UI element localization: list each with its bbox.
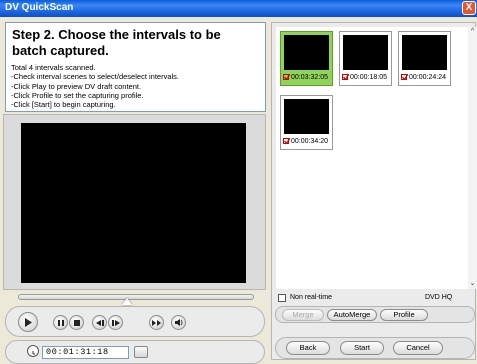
instruction-line: Total 4 intervals scanned. <box>11 63 96 72</box>
interval-time: 00:00:34:20 <box>291 138 328 145</box>
step-back-button[interactable] <box>92 315 107 330</box>
preview-frame <box>3 114 266 290</box>
pause-button[interactable] <box>53 315 68 330</box>
start-button[interactable]: Start <box>340 341 384 355</box>
instruction-line: -Check interval scenes to select/deselec… <box>11 72 179 82</box>
interval-preview <box>343 35 388 70</box>
interval-preview <box>284 35 329 70</box>
instruction-lines: Total 4 intervals scanned. -Check interv… <box>11 63 179 109</box>
scroll-up-icon[interactable]: ^ <box>468 27 477 37</box>
interval-thumbnail[interactable]: 00:03:32:05 <box>280 31 333 86</box>
interval-thumbnail[interactable]: 00:00:24:24 <box>398 31 451 86</box>
automerge-button[interactable]: AutoMerge <box>327 309 377 321</box>
interval-time: 00:00:18:05 <box>350 74 387 81</box>
fast-forward-icon <box>152 319 161 326</box>
volume-button[interactable] <box>171 315 186 330</box>
interval-thumbnail[interactable]: 00:00:18:05 <box>339 31 392 86</box>
instruction-line: -Click Profile to set the capturing prof… <box>11 90 144 100</box>
timecode-spinner[interactable] <box>134 346 148 358</box>
interval-checkbox[interactable] <box>342 74 349 80</box>
step-back-icon <box>95 319 104 326</box>
interval-thumbnail[interactable]: 00:00:34:20 <box>280 95 333 150</box>
title-bar: DV QuickScan X <box>0 0 477 17</box>
step-forward-icon <box>111 319 120 326</box>
play-button[interactable] <box>18 312 38 332</box>
interval-label: 00:00:18:05 <box>342 73 387 81</box>
play-icon <box>25 317 32 327</box>
volume-icon <box>174 319 182 326</box>
timeline-scrubber[interactable] <box>18 294 254 300</box>
interval-preview <box>402 35 447 70</box>
non-realtime-label: Non real-time <box>290 294 333 301</box>
fast-forward-button[interactable] <box>149 315 164 330</box>
merge-button[interactable]: Merge <box>282 309 324 321</box>
profile-button[interactable]: Profile <box>380 309 428 321</box>
close-button[interactable]: X <box>462 1 476 15</box>
step-forward-button[interactable] <box>108 315 123 330</box>
instruction-line: -Click Play to preview DV draft content. <box>11 81 142 91</box>
cancel-button[interactable]: Cancel <box>393 341 443 355</box>
clock-icon <box>27 345 39 357</box>
pause-icon <box>57 319 64 326</box>
interval-checkbox[interactable] <box>283 138 290 144</box>
profile-name: DVD HQ <box>425 294 453 301</box>
interval-checkbox[interactable] <box>401 74 408 80</box>
interval-preview <box>284 99 329 134</box>
stop-icon <box>73 319 80 326</box>
interval-checkbox[interactable] <box>283 74 290 80</box>
clock-hands <box>32 351 35 355</box>
window-title: DV QuickScan <box>5 2 74 13</box>
back-button[interactable]: Back <box>286 341 330 355</box>
interval-label: 00:00:34:20 <box>283 137 328 145</box>
non-realtime-checkbox[interactable] <box>278 294 286 302</box>
interval-label: 00:03:32:05 <box>283 73 328 81</box>
stop-button[interactable] <box>69 315 84 330</box>
video-preview <box>21 123 246 283</box>
interval-label: 00:00:24:24 <box>401 73 446 81</box>
instruction-line: -Click [Start] to begin capturing. <box>11 100 116 110</box>
scrubber-handle[interactable] <box>122 298 132 305</box>
instructions-panel: Step 2. Choose the intervals to be batch… <box>5 22 266 112</box>
interval-time: 00:00:24:24 <box>409 74 446 81</box>
interval-time: 00:03:32:05 <box>291 74 328 81</box>
playback-controls <box>5 306 265 337</box>
scroll-down-icon[interactable]: ⌄ <box>468 279 477 289</box>
timecode-field[interactable]: 00:01:31:18 <box>42 346 129 359</box>
step-heading: Step 2. Choose the intervals to be batch… <box>12 27 221 58</box>
intervals-scrollbar[interactable]: ^ ⌄ <box>468 27 477 289</box>
